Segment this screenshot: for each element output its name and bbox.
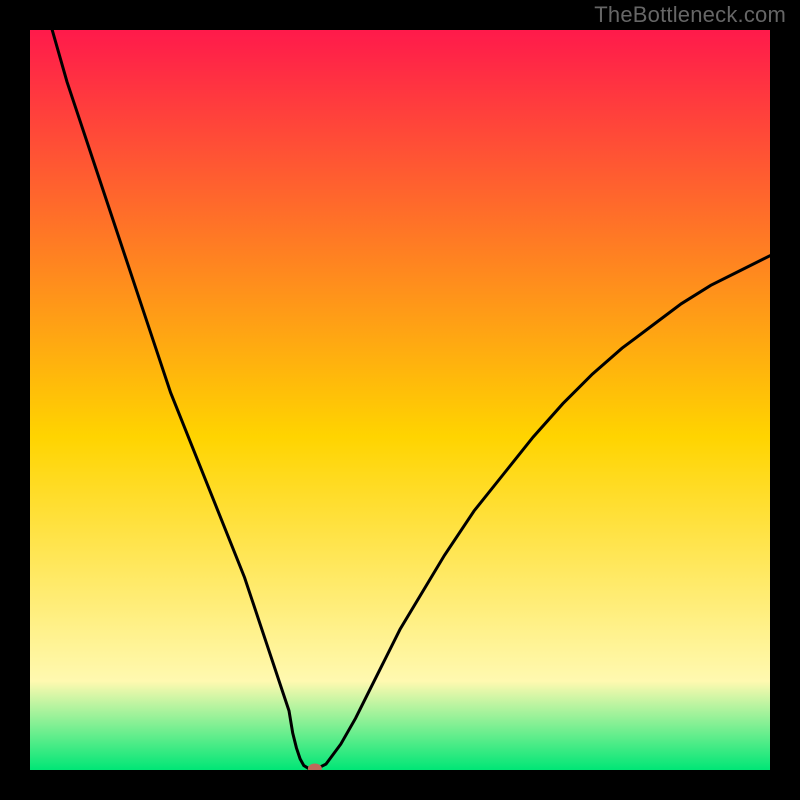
watermark-text: TheBottleneck.com — [594, 2, 786, 28]
chart-svg — [30, 30, 770, 770]
outer-frame: TheBottleneck.com — [0, 0, 800, 800]
gradient-background — [30, 30, 770, 770]
chart-area — [30, 30, 770, 770]
